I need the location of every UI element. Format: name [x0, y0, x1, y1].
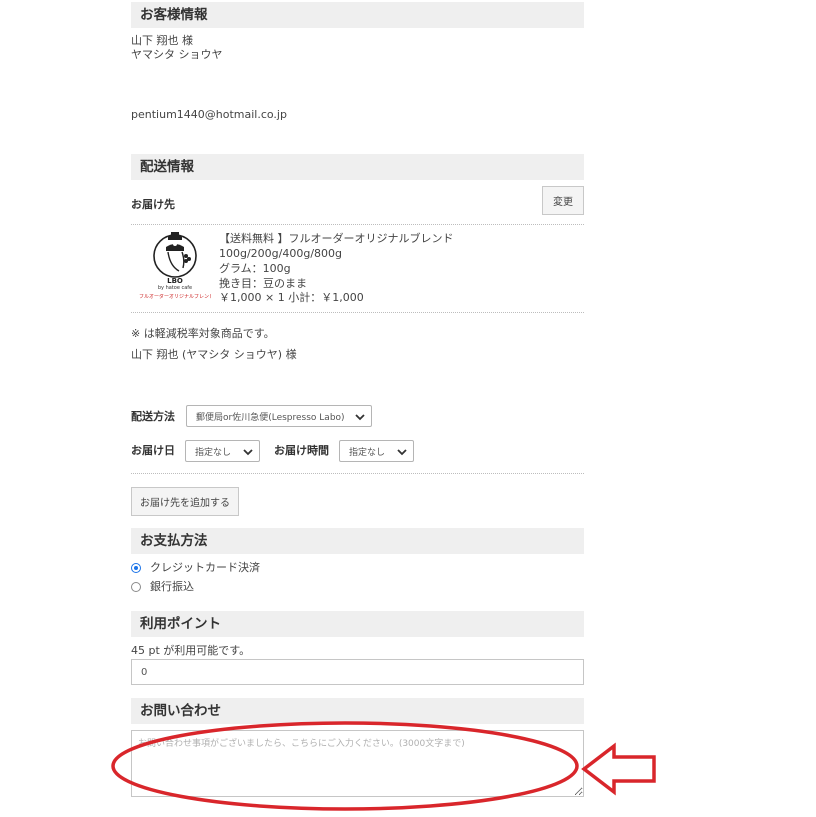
delivery-date-label: お届け日: [131, 444, 175, 457]
recipient-name: 山下 翔也 (ヤマシタ ショウヤ) 様: [131, 348, 297, 361]
customer-email: pentium1440@hotmail.co.jp: [131, 108, 287, 121]
delivery-time-select[interactable]: 指定なし: [339, 440, 414, 462]
logo-caption: フルオーダーオリジナルブレンド: [139, 294, 211, 300]
delivery-date-select[interactable]: 指定なし: [185, 440, 260, 462]
chevron-down-icon: [397, 449, 407, 456]
change-destination-button[interactable]: 変更: [542, 186, 584, 215]
add-destination-button[interactable]: お届け先を追加する: [131, 487, 239, 516]
payment-heading: お支払方法: [131, 528, 584, 554]
logo-subtitle: by hatoe cafe: [157, 285, 193, 291]
arrow-left-icon: [581, 742, 656, 796]
logo-title: LBO: [167, 277, 183, 285]
chevron-down-icon: [243, 449, 253, 456]
payment-credit-radio[interactable]: [131, 563, 141, 573]
delivery-date-value: 指定なし: [195, 447, 232, 458]
product-gram: グラム：100g: [219, 262, 291, 275]
inquiry-heading: お問い合わせ: [131, 698, 584, 724]
divider: [131, 312, 584, 313]
customer-name: 山下 翔也 様: [131, 34, 193, 47]
delivery-time-value: 指定なし: [349, 447, 386, 458]
product-thumbnail[interactable]: LBO by hatoe cafe フルオーダーオリジナルブレンド: [139, 230, 211, 306]
divider: [131, 224, 584, 225]
product-price: ￥1,000 × 1 小計：￥1,000: [219, 291, 364, 304]
customer-kana: ヤマシタ ショウヤ: [131, 48, 223, 61]
shipping-info-heading: 配送情報: [131, 154, 584, 180]
payment-bank-label[interactable]: 銀行振込: [150, 580, 194, 594]
annotation-overlay: [111, 721, 656, 811]
shipping-method-select[interactable]: 郵便局or佐川急便(Lespresso Labo): [186, 405, 372, 427]
shipping-method-value: 郵便局or佐川急便(Lespresso Labo): [196, 412, 345, 423]
delivery-time-label: お届け時間: [274, 444, 329, 457]
product-variants: 100g/200g/400g/800g: [219, 247, 343, 260]
product-name: 【送料無料 】フルオーダーオリジナルブレンド: [219, 232, 454, 245]
divider: [131, 473, 584, 474]
customer-info-heading: お客様情報: [131, 2, 584, 28]
tax-note: ※ は軽減税率対象商品です。: [131, 327, 275, 340]
chevron-down-icon: [355, 414, 365, 421]
points-heading: 利用ポイント: [131, 611, 584, 637]
inquiry-textarea[interactable]: [131, 730, 584, 797]
payment-bank-radio[interactable]: [131, 582, 141, 592]
points-input[interactable]: [131, 659, 584, 685]
points-available: 45 pt が利用可能です。: [131, 644, 251, 657]
shipping-method-label: 配送方法: [131, 410, 175, 423]
destination-label: お届け先: [131, 198, 175, 211]
payment-credit-label[interactable]: クレジットカード決済: [150, 561, 260, 575]
product-grind: 挽き目：豆のまま: [219, 277, 307, 290]
